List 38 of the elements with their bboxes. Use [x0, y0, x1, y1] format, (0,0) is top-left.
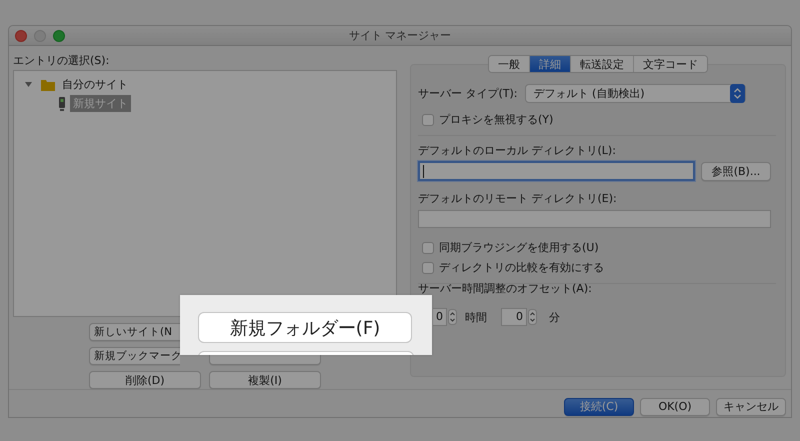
local-directory-label: デフォルトのローカル ディレクトリ(L):	[418, 144, 616, 157]
checkbox[interactable]	[422, 114, 434, 126]
stepper-icon[interactable]	[528, 309, 537, 325]
server-type-dropdown[interactable]: デフォルト (自動検出)	[524, 84, 746, 103]
hours-unit: 時間	[465, 310, 487, 324]
tab[interactable]: 文字コード	[633, 56, 707, 72]
stepper-arrows-icon	[730, 84, 745, 103]
new-folder-button[interactable]: 新規フォルダー(F)	[198, 312, 412, 343]
site-button[interactable]: 削除(D)	[89, 371, 201, 389]
checkbox[interactable]	[422, 262, 434, 274]
stepper-icon[interactable]	[448, 309, 457, 325]
window-title: サイト マネージャー	[348, 28, 452, 43]
remote-directory-label: デフォルトのリモート ディレクトリ(E):	[418, 192, 617, 205]
entry-label: エントリの選択(S):	[13, 53, 110, 68]
site-button[interactable]: 新しいサイト(N	[89, 323, 180, 341]
offset-label: サーバー時間調整のオフセット(A):	[418, 282, 592, 295]
dialog-button[interactable]: キャンセル	[716, 398, 786, 416]
checkbox[interactable]	[422, 242, 434, 254]
local-directory-field[interactable]	[418, 161, 695, 181]
close-button[interactable]	[15, 30, 27, 42]
site-button[interactable]: 複製(I)	[209, 371, 321, 389]
browse-button[interactable]: 参照(B)...	[701, 162, 771, 180]
tree-item[interactable]: 自分のサイト	[59, 76, 131, 93]
zoom-button[interactable]	[53, 30, 65, 42]
checkbox-label: 同期ブラウジングを使用する(U)	[439, 240, 599, 255]
expanded-arrow-icon[interactable]	[24, 80, 33, 89]
checkbox-label: ディレクトリの比較を有効にする	[439, 260, 604, 275]
minimize-button[interactable]	[34, 30, 46, 42]
remote-directory-field[interactable]	[418, 210, 771, 228]
checkbox-label: プロキシを無視する(Y)	[439, 112, 554, 127]
number-field[interactable]: 0	[433, 308, 447, 326]
site-button[interactable]: 新規ブックマーク	[89, 347, 180, 365]
server-icon	[58, 96, 66, 110]
dialog-button[interactable]: OK(O)	[640, 398, 710, 416]
number-field[interactable]: 0	[501, 308, 527, 326]
minutes-unit: 分	[549, 310, 560, 324]
folder-icon	[41, 78, 55, 90]
server-type-label: サーバー タイプ(T):	[418, 86, 518, 101]
